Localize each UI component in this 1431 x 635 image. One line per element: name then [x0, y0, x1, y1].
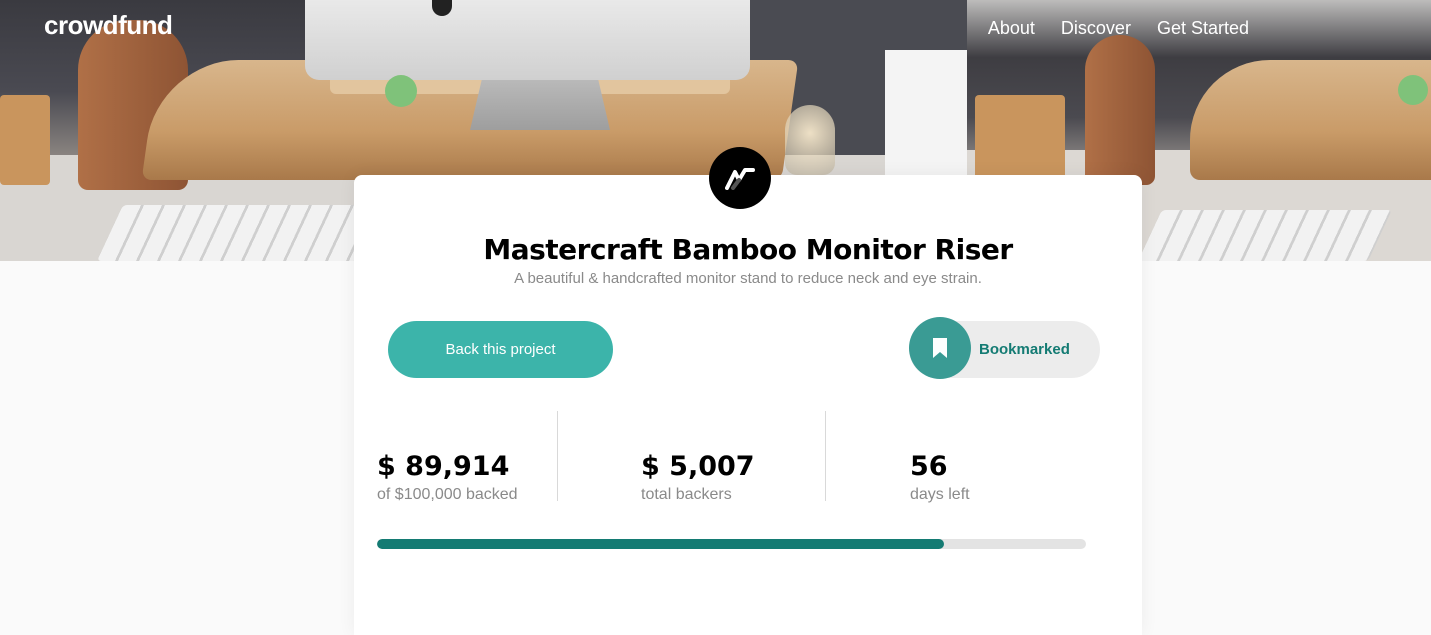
- nav-link-get-started[interactable]: Get Started: [1157, 18, 1249, 39]
- stat-divider: [825, 411, 826, 501]
- nav-link-discover[interactable]: Discover: [1061, 18, 1131, 39]
- stat-label: of $100,000 backed: [377, 486, 518, 503]
- project-title: Mastercraft Bamboo Monitor Riser: [483, 233, 1013, 266]
- site-logo[interactable]: crowdfund: [44, 10, 173, 41]
- pencil-cup-decoration: [0, 95, 50, 185]
- project-card: Mastercraft Bamboo Monitor Riser A beaut…: [354, 147, 1142, 635]
- stat-value: 56: [910, 451, 948, 482]
- stat-value: $ 89,914: [377, 451, 510, 482]
- toy-decoration: [385, 75, 417, 107]
- nav-link-about[interactable]: About: [988, 18, 1035, 39]
- funding-progress-fill: [377, 539, 945, 549]
- bulb-decoration: [785, 105, 835, 175]
- monitor-decoration: [305, 0, 750, 80]
- keyboard-decoration: [96, 205, 384, 261]
- funding-progress-bar: [377, 539, 1086, 549]
- bookmark-button[interactable]: Bookmarked: [909, 317, 1100, 379]
- mastercraft-logo-icon: [709, 147, 771, 209]
- stat-label: days left: [910, 486, 970, 503]
- stat-value: $ 5,007: [641, 451, 755, 482]
- stat-label: total backers: [641, 486, 732, 503]
- project-subtitle: A beautiful & handcrafted monitor stand …: [514, 270, 982, 287]
- back-project-button[interactable]: Back this project: [388, 321, 613, 378]
- bookmark-icon: [909, 317, 971, 379]
- bookmark-label: Bookmarked: [979, 341, 1070, 358]
- main-nav: About Discover Get Started: [988, 18, 1249, 39]
- stat-divider: [557, 411, 558, 501]
- stats-panel: $ 89,914 of $100,000 backed $ 5,007 tota…: [377, 411, 1097, 503]
